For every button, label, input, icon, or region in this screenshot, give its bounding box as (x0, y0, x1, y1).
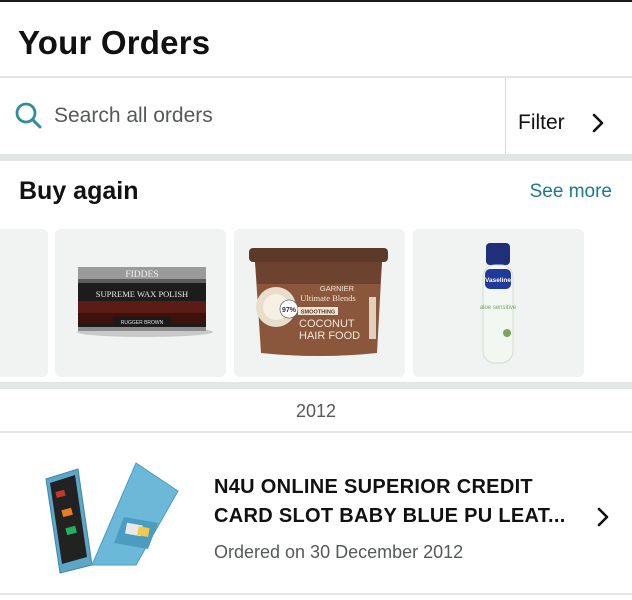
order-year-label: 2012 (295, 401, 337, 421)
section-divider (0, 382, 632, 389)
page-header: Your Orders (0, 2, 632, 78)
order-list-item[interactable]: N4U ONLINE SUPERIOR CREDIT CARD SLOT BAB… (0, 433, 632, 593)
order-title: N4U ONLINE SUPERIOR CREDIT CARD SLOT BAB… (214, 476, 566, 527)
chevron-right-icon (596, 507, 610, 527)
hair-food-badge-text: 97% (282, 307, 297, 314)
buy-again-item-hair-food[interactable]: 97% GARNIER Ultimate Blends SMOOTHING CO… (234, 229, 405, 377)
order-year-header: 2012 (0, 389, 632, 433)
vaseline-variant-text: aloe sensitive (480, 305, 517, 311)
search-bar: Filter (0, 78, 632, 154)
wax-polish-tin-image: FIDDES SUPREME WAX POLISH RUGGER BROWN (77, 267, 213, 337)
hair-food-jar-image: 97% GARNIER Ultimate Blends SMOOTHING CO… (249, 248, 388, 356)
buy-again-item-wax-polish[interactable]: FIDDES SUPREME WAX POLISH RUGGER BROWN (55, 229, 226, 377)
order-date: Ordered on 30 December 2012 (214, 542, 464, 562)
order-product-image (45, 462, 179, 574)
wax-shade-text: RUGGER BROWN (121, 320, 164, 326)
buy-again-heading: Buy again (19, 177, 139, 205)
filter-label: Filter (518, 111, 565, 134)
page-title: Your Orders (18, 24, 211, 61)
wax-product-text: SUPREME WAX POLISH (96, 289, 188, 299)
search-icon (14, 101, 44, 131)
buy-again-item-partial[interactable] (0, 229, 48, 377)
hair-food-product-text-1: COCONUT (299, 318, 355, 330)
list-divider (0, 593, 632, 595)
buy-again-item-vaseline[interactable]: Vaseline aloe sensitive (413, 229, 584, 377)
search-field[interactable] (0, 78, 506, 154)
filter-button[interactable]: Filter (507, 78, 632, 154)
chevron-right-icon (591, 113, 605, 133)
hair-food-brand-text: GARNIER (320, 284, 355, 293)
vaseline-brand-text: Vaseline (485, 277, 511, 284)
hair-food-line-text: Ultimate Blends (300, 293, 355, 303)
buy-again-section: Buy again See more FIDDES SUPREME WAX PO… (0, 161, 632, 382)
see-more-link[interactable]: See more (530, 181, 612, 203)
section-divider (0, 154, 632, 161)
search-input[interactable] (54, 100, 474, 132)
vaseline-bottle-image: Vaseline aloe sensitive (480, 243, 517, 364)
hair-food-tag-text: SMOOTHING (301, 310, 336, 316)
hair-food-product-text-2: HAIR FOOD (299, 330, 360, 342)
wax-brand-text: FIDDES (125, 270, 158, 280)
